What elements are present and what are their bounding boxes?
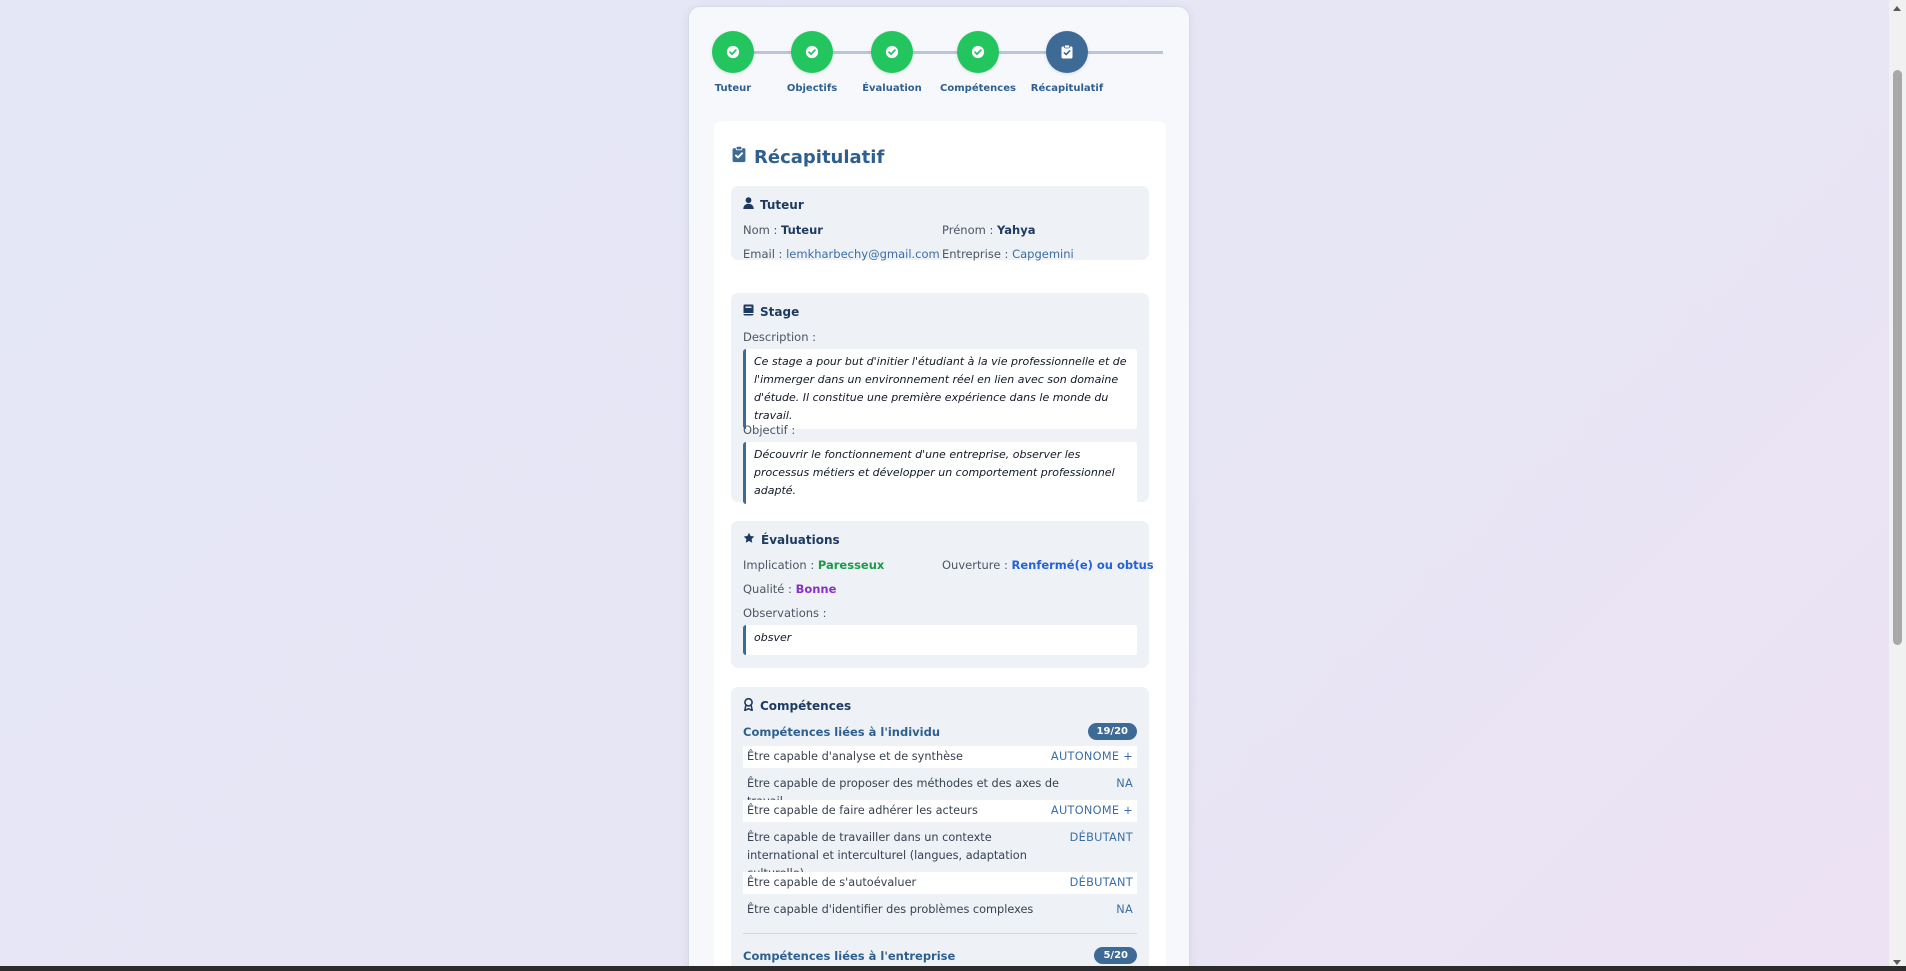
section-heading-text: Évaluations: [761, 532, 840, 547]
tuteur-prenom: Prénom : Yahya: [942, 223, 1035, 237]
email-label: Email :: [743, 247, 783, 261]
horizontal-scroll-track: [0, 966, 1906, 971]
qualite-label: Qualité :: [743, 582, 792, 596]
objectif-text: Découvrir le fonctionnement d'une entrep…: [743, 442, 1137, 504]
prenom-label: Prénom :: [942, 223, 994, 237]
step-label: Évaluation: [862, 83, 922, 94]
prenom-value: Yahya: [997, 223, 1036, 237]
competence-level: DÉBUTANT: [1069, 876, 1133, 889]
section-heading-competences: Compétences: [743, 697, 852, 714]
description-text: Ce stage a pour but d'initier l'étudiant…: [743, 349, 1137, 429]
check-circle-icon: [712, 31, 754, 73]
competence-name: Être capable d'identifier des problèmes …: [747, 903, 1034, 916]
tuteur-email: Email : lemkharbechy@gmail.com: [743, 247, 940, 261]
recap-panel: Récapitulatif Tuteur Nom : Tuteur Prénom…: [714, 121, 1166, 971]
book-icon: [743, 304, 754, 319]
step-competences[interactable]: Compétences: [938, 31, 1018, 94]
section-heading-evaluations: Évaluations: [743, 532, 840, 547]
section-heading-tuteur: Tuteur: [743, 197, 804, 212]
step-recapitulatif[interactable]: Récapitulatif: [1027, 31, 1107, 94]
competence-row: Être capable d'identifier des problèmes …: [743, 899, 1137, 921]
qualite-value: Bonne: [795, 582, 837, 596]
competence-group-title: Compétences liées à l'individu: [743, 725, 941, 739]
section-heading-text: Stage: [760, 304, 800, 319]
check-circle-icon: [957, 31, 999, 73]
competence-group-title: Compétences liées à l'entreprise: [743, 949, 956, 963]
competence-name: Être capable de faire adhérer les acteur…: [747, 804, 978, 817]
stepper: Tuteur Objectifs Évaluation Compétences: [689, 7, 1189, 107]
competence-level: NA: [1116, 903, 1133, 916]
entreprise-value: Capgemini: [1012, 247, 1074, 261]
entreprise-label: Entreprise :: [942, 247, 1009, 261]
competence-row: Être capable d'analyse et de synthèse AU…: [743, 746, 1137, 768]
competence-name: Être capable de proposer des méthodes et…: [747, 777, 1059, 808]
qualite: Qualité : Bonne: [743, 582, 836, 596]
observations-label: Observations :: [743, 606, 827, 620]
competence-name: Être capable d'analyse et de synthèse: [747, 750, 963, 763]
nom-value: Tuteur: [781, 223, 823, 237]
score-badge: 19/20: [1087, 723, 1137, 740]
competence-name: Être capable de s'autoévaluer: [747, 876, 917, 889]
step-tuteur[interactable]: Tuteur: [693, 31, 773, 94]
ouverture: Ouverture : Renfermé(e) ou obtus: [942, 558, 1154, 572]
step-evaluation[interactable]: Évaluation: [852, 31, 932, 94]
page-title: Récapitulatif: [732, 145, 885, 168]
page-title-text: Récapitulatif: [754, 146, 885, 168]
description-label: Description :: [743, 330, 817, 344]
competence-name: Être capable de travailler dans un conte…: [747, 831, 1027, 880]
email-value[interactable]: lemkharbechy@gmail.com: [786, 247, 940, 261]
implication-value: Paresseux: [817, 558, 885, 572]
check-circle-icon: [871, 31, 913, 73]
check-circle-icon: [791, 31, 833, 73]
scroll-up-arrow-icon[interactable]: [1893, 6, 1901, 11]
ouverture-label: Ouverture :: [942, 558, 1008, 572]
competence-row: Être capable de travailler dans un conte…: [743, 827, 1137, 880]
tuteur-entreprise: Entreprise : Capgemini: [942, 247, 1074, 261]
section-stage: Stage Description : Ce stage a pour but …: [731, 293, 1149, 504]
step-label: Objectifs: [786, 83, 838, 94]
nom-label: Nom :: [743, 223, 778, 237]
step-label: Compétences: [940, 83, 1016, 94]
score-badge: 5/20: [1094, 947, 1137, 964]
step-label: Récapitulatif: [1030, 83, 1104, 94]
section-tuteur: Tuteur Nom : Tuteur Prénom : Yahya Email…: [731, 186, 1149, 261]
section-competences: Compétences Compétences liées à l'indivi…: [731, 687, 1149, 971]
section-heading-text: Compétences: [760, 699, 852, 713]
competence-row: Être capable de faire adhérer les acteur…: [743, 800, 1137, 822]
scroll-down-arrow-icon[interactable]: [1893, 960, 1901, 965]
group-divider: [743, 933, 1137, 934]
scroll-thumb[interactable]: [1893, 70, 1902, 645]
award-icon: [743, 697, 754, 714]
competence-row: Être capable de s'autoévaluer DÉBUTANT: [743, 872, 1137, 894]
user-icon: [743, 197, 754, 212]
implication: Implication : Paresseux: [743, 558, 884, 572]
stage-form-card: Tuteur Objectifs Évaluation Compétences: [688, 6, 1190, 971]
competence-level: AUTONOME +: [1050, 804, 1133, 817]
implication-label: Implication :: [743, 558, 815, 572]
star-icon: [743, 532, 755, 547]
step-objectifs[interactable]: Objectifs: [772, 31, 852, 94]
page-scrollbar[interactable]: [1889, 0, 1906, 971]
clipboard-check-icon: [1046, 31, 1088, 73]
step-label: Tuteur: [714, 83, 752, 94]
observations-text: obsver: [743, 625, 1137, 655]
competence-level: DÉBUTANT: [1069, 831, 1133, 844]
competence-row: Être capable de proposer des méthodes et…: [743, 773, 1137, 808]
section-heading-stage: Stage: [743, 304, 799, 319]
objectif-label: Objectif :: [743, 423, 796, 437]
ouverture-value: Renfermé(e) ou obtus: [1011, 558, 1154, 572]
competence-level: NA: [1116, 777, 1133, 790]
competence-level: AUTONOME +: [1050, 750, 1133, 763]
tuteur-nom: Nom : Tuteur: [743, 223, 823, 237]
section-evaluations: Évaluations Implication : Paresseux Ouve…: [731, 521, 1154, 668]
section-heading-text: Tuteur: [760, 197, 804, 212]
clipboard-check-icon: [732, 145, 746, 168]
